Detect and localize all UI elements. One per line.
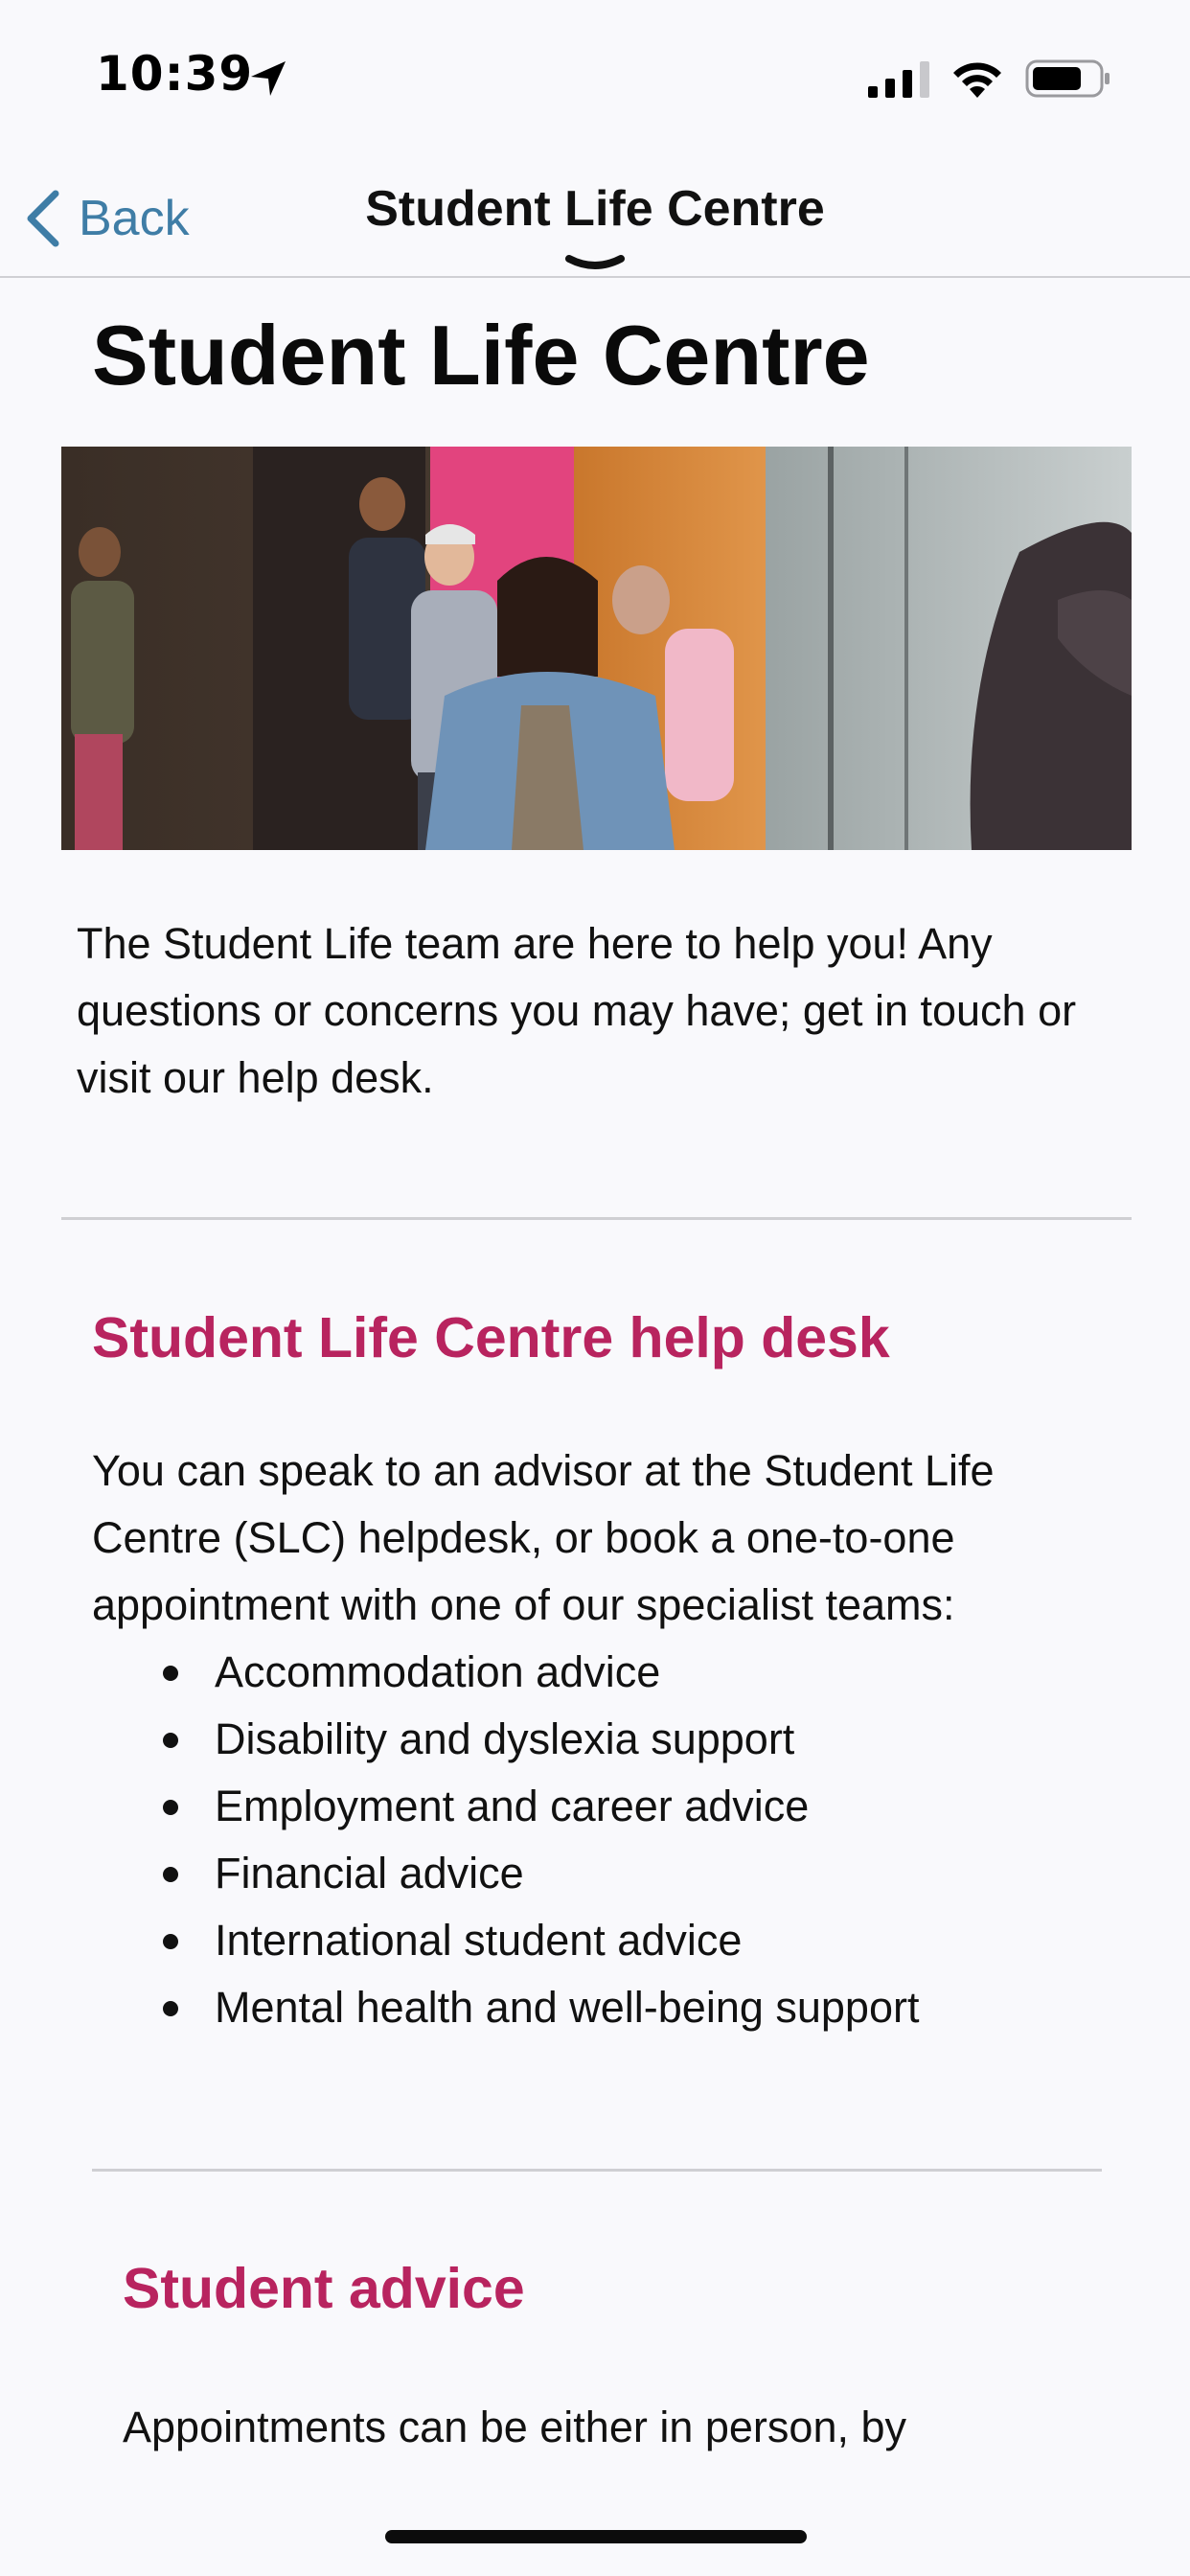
sheet-handle-icon[interactable] bbox=[565, 253, 625, 274]
service-label: Mental health and well-being support bbox=[215, 1983, 920, 2032]
helpdesk-text: You can speak to an advisor at the Stude… bbox=[92, 1446, 995, 1629]
bullet-icon bbox=[163, 2001, 178, 2016]
intro-text: The Student Life team are here to help y… bbox=[77, 919, 1077, 1102]
list-item: Disability and dyslexia support bbox=[92, 1706, 1108, 1773]
bullet-icon bbox=[163, 1934, 178, 1949]
service-label: Accommodation advice bbox=[215, 1647, 661, 1696]
list-item: Employment and career advice bbox=[92, 1773, 1108, 1840]
list-item: Mental health and well-being support bbox=[92, 1974, 1108, 2041]
bullet-icon bbox=[163, 1800, 178, 1815]
bullet-icon bbox=[163, 1867, 178, 1882]
page-title: Student Life Centre bbox=[92, 308, 870, 402]
hero-image bbox=[61, 447, 1132, 850]
bullet-icon bbox=[163, 1666, 178, 1681]
status-time: 10:39 bbox=[96, 46, 254, 102]
service-label: Financial advice bbox=[215, 1849, 524, 1898]
wifi-icon bbox=[953, 62, 1001, 98]
list-item: Financial advice bbox=[92, 1840, 1108, 1907]
list-item: International student advice bbox=[92, 1907, 1108, 1974]
list-item: Accommodation advice bbox=[92, 1639, 1108, 1706]
helpdesk-heading: Student Life Centre help desk bbox=[92, 1306, 890, 1369]
cellular-signal-icon bbox=[868, 61, 929, 98]
section-divider bbox=[92, 2169, 1102, 2172]
navigation-bar: Back Student Life Centre bbox=[0, 161, 1190, 278]
nav-title: Student Life Centre bbox=[365, 181, 825, 237]
location-arrow-icon bbox=[251, 61, 286, 96]
home-indicator[interactable] bbox=[385, 2530, 807, 2543]
section-divider bbox=[61, 1217, 1132, 1220]
status-bar: 10:39 bbox=[0, 0, 1190, 153]
service-label: Disability and dyslexia support bbox=[215, 1714, 795, 1763]
service-label: Employment and career advice bbox=[215, 1782, 810, 1830]
student-advice-text: Appointments can be either in person, by bbox=[123, 2403, 906, 2451]
bullet-icon bbox=[163, 1733, 178, 1748]
service-label: International student advice bbox=[215, 1916, 743, 1965]
services-list: Accommodation advice Disability and dysl… bbox=[92, 1639, 1108, 2041]
student-advice-heading: Student advice bbox=[123, 2257, 525, 2320]
battery-icon bbox=[1025, 59, 1110, 98]
